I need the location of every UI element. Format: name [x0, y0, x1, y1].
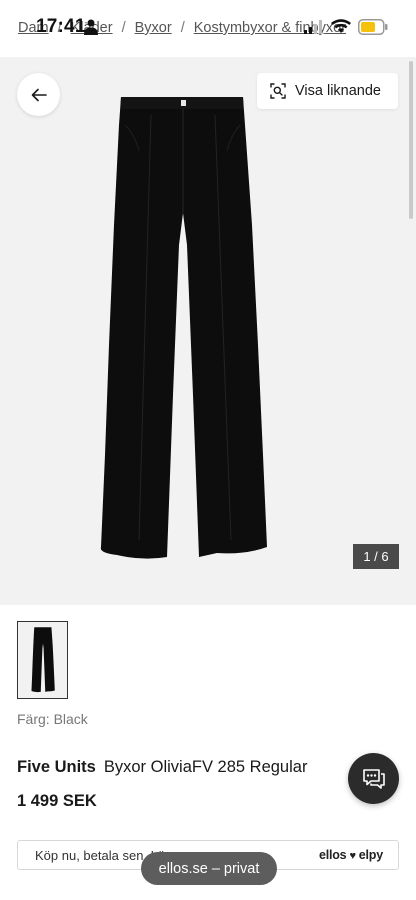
- visual-search-icon: [270, 83, 286, 99]
- scroll-indicator[interactable]: [409, 61, 413, 219]
- breadcrumb-separator: /: [57, 20, 62, 36]
- product-image-trousers[interactable]: [95, 95, 271, 565]
- browser-url-pill[interactable]: ellos.se – privat: [141, 852, 277, 885]
- thumbnail-image: [30, 627, 55, 693]
- chat-button[interactable]: [348, 753, 399, 804]
- product-price: 1 499 SEK: [17, 792, 97, 810]
- ellos-logo: ellos: [318, 848, 347, 862]
- product-thumbnail[interactable]: [17, 621, 68, 699]
- visa-liknande-label: Visa liknande: [295, 83, 381, 99]
- pay-later-brands: ellos ♥ elpy: [319, 848, 383, 862]
- color-label: Färg: Black: [17, 711, 88, 727]
- breadcrumb-item-klader[interactable]: Kläder: [71, 20, 113, 36]
- chat-icon: [362, 768, 385, 789]
- product-name: Byxor OliviaFV 285 Regular: [103, 758, 308, 776]
- breadcrumb-item-dam[interactable]: Dam: [18, 20, 49, 36]
- image-counter: 1 / 6: [353, 544, 399, 569]
- breadcrumb: Dam / Kläder / Byxor / Kostymbyxor & finbyxor: [18, 20, 406, 40]
- breadcrumb-item-byxor[interactable]: Byxor: [135, 20, 172, 36]
- arrow-left-icon: [31, 88, 47, 101]
- back-button[interactable]: [17, 73, 60, 116]
- breadcrumb-item-kostymbyxor[interactable]: Kostymbyxor & finbyxor: [194, 20, 346, 36]
- visa-liknande-button[interactable]: Visa liknande: [257, 73, 398, 109]
- elpy-logo: elpy: [358, 848, 383, 862]
- product-brand[interactable]: Five Units: [17, 758, 96, 776]
- breadcrumb-separator: /: [180, 20, 185, 36]
- product-gallery[interactable]: Visa liknande 1 / 6: [0, 57, 416, 605]
- product-title: Five Units Byxor OliviaFV 285 Regular: [17, 758, 307, 777]
- heart-icon: ♥: [349, 850, 356, 862]
- breadcrumb-separator: /: [121, 20, 126, 36]
